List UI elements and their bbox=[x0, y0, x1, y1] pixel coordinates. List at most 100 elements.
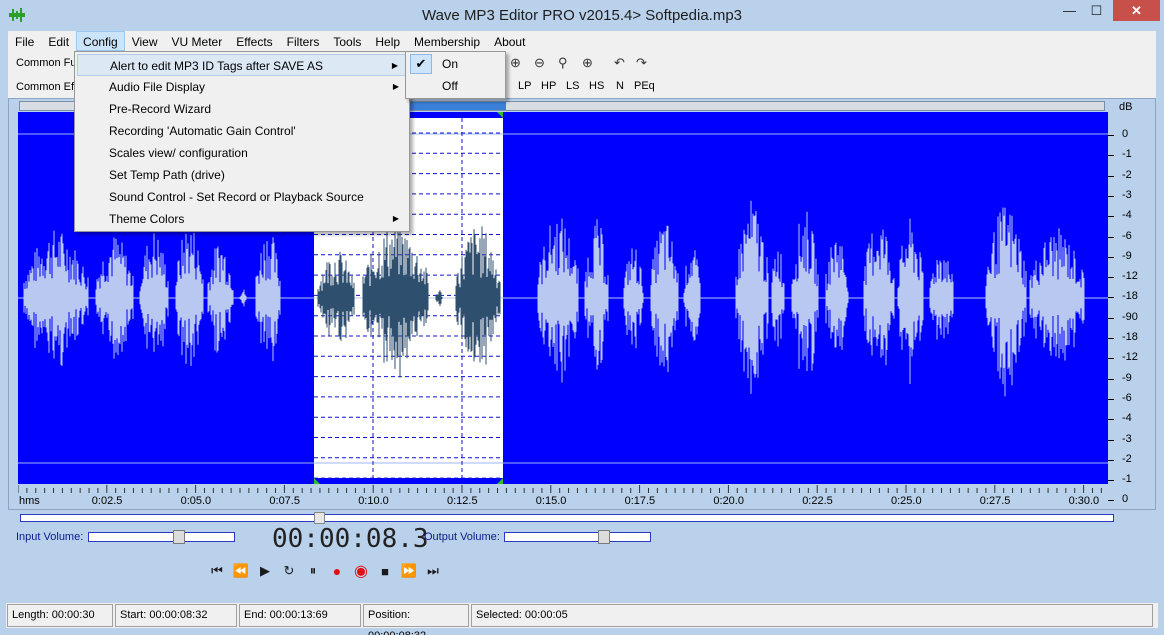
highpass-button[interactable]: HP bbox=[541, 80, 556, 92]
lowshelf-button[interactable]: LS bbox=[566, 80, 579, 92]
status-end: End: 00:00:13:69 bbox=[239, 604, 361, 627]
menu-scales-view[interactable]: Scales view/ configuration bbox=[77, 142, 407, 164]
db-tick-label: -2 bbox=[1122, 168, 1132, 181]
menu-theme-colors-label: Theme Colors bbox=[109, 212, 185, 226]
checkmark-icon: ✔ bbox=[410, 54, 432, 74]
menu-alert-mp3-id-tags-label: Alert to edit MP3 ID Tags after SAVE AS bbox=[110, 59, 323, 73]
menu-pre-record-wizard[interactable]: Pre-Record Wizard bbox=[77, 98, 407, 120]
db-tick-label: -18 bbox=[1122, 290, 1138, 303]
time-tick-label: 0:10.0 bbox=[358, 495, 389, 507]
menu-effects[interactable]: Effects bbox=[229, 31, 279, 51]
status-selected: Selected: 00:00:05 bbox=[471, 604, 1153, 627]
menu-audio-file-display[interactable]: Audio File Display ▶ bbox=[77, 76, 407, 98]
lowpass-button[interactable]: LP bbox=[518, 80, 531, 92]
menu-vu-meter[interactable]: VU Meter bbox=[165, 31, 230, 51]
submenu-on[interactable]: ✔ On bbox=[408, 53, 503, 75]
db-tick-label: -1 bbox=[1122, 473, 1132, 486]
db-tick-label: -6 bbox=[1122, 391, 1132, 404]
menu-file[interactable]: File bbox=[8, 31, 41, 51]
db-unit-label: dB bbox=[1119, 101, 1133, 113]
window-title: Wave MP3 Editor PRO v2015.4> Softpedia.m… bbox=[421, 7, 743, 24]
time-tick-label: 0:02.5 bbox=[91, 495, 123, 507]
close-button[interactable]: ✕ bbox=[1113, 0, 1160, 21]
input-volume-slider[interactable] bbox=[88, 530, 235, 544]
status-length: Length: 00:00:30 bbox=[7, 604, 113, 627]
db-tick-label: -2 bbox=[1122, 452, 1132, 465]
minimize-button[interactable]: — bbox=[1056, 0, 1083, 21]
output-volume-thumb[interactable] bbox=[598, 530, 610, 544]
submenu-arrow-icon: ▶ bbox=[391, 61, 398, 70]
time-tick-label: 0:25.0 bbox=[891, 495, 922, 507]
menu-theme-colors[interactable]: Theme Colors ▶ bbox=[77, 208, 407, 230]
menu-view[interactable]: View bbox=[125, 31, 165, 51]
db-tick-label: -12 bbox=[1122, 270, 1138, 283]
menu-edit[interactable]: Edit bbox=[41, 31, 76, 51]
common-effects-label: Common Eff bbox=[16, 81, 77, 93]
submenu-on-label: On bbox=[442, 57, 459, 71]
zoom-selection-icon[interactable]: ⚲ bbox=[558, 55, 568, 71]
time-tick-label: 0:17.5 bbox=[624, 495, 656, 507]
time-ruler bbox=[18, 485, 1102, 493]
go-to-end-icon[interactable]: ⏭ bbox=[424, 562, 442, 580]
time-tick-label: 0:05.0 bbox=[180, 495, 212, 507]
db-tick-label: -90 bbox=[1122, 310, 1138, 323]
db-tick-label: -3 bbox=[1122, 432, 1132, 445]
db-tick-label: -1 bbox=[1122, 148, 1132, 161]
parametric-eq-button[interactable]: PEq bbox=[634, 80, 655, 92]
menu-about[interactable]: About bbox=[487, 31, 532, 51]
scrollbar-thumb[interactable] bbox=[314, 512, 325, 524]
alert-submenu: ✔ On Off bbox=[405, 51, 506, 99]
highshelf-button[interactable]: HS bbox=[589, 80, 604, 92]
output-volume-label: Output Volume: bbox=[424, 531, 500, 543]
time-tick-label: 0:07.5 bbox=[269, 495, 300, 507]
menu-recording-agc[interactable]: Recording 'Automatic Gain Control' bbox=[77, 120, 407, 142]
menu-config[interactable]: Config bbox=[76, 31, 125, 51]
time-tick-label: 0:12.5 bbox=[447, 495, 478, 507]
timeline-scrollbar[interactable] bbox=[20, 512, 1114, 524]
menu-set-temp-path[interactable]: Set Temp Path (drive) bbox=[77, 164, 407, 186]
menu-bar: File Edit Config View VU Meter Effects F… bbox=[8, 31, 1156, 51]
time-tick-label: 0:27.5 bbox=[979, 495, 1011, 507]
zoom-out-icon[interactable]: ⊖ bbox=[534, 55, 545, 71]
redo-icon[interactable]: ↷ bbox=[636, 55, 647, 71]
record-icon[interactable]: ● bbox=[328, 562, 346, 580]
maximize-button[interactable]: ☐ bbox=[1083, 0, 1110, 21]
submenu-arrow-icon: ▶ bbox=[392, 82, 399, 91]
db-tick-label: -12 bbox=[1122, 351, 1138, 364]
db-tick-label: -4 bbox=[1122, 209, 1132, 222]
undo-icon[interactable]: ↶ bbox=[614, 55, 625, 71]
input-volume-thumb[interactable] bbox=[173, 530, 185, 544]
play-icon[interactable]: ▶ bbox=[256, 562, 274, 580]
menu-tools[interactable]: Tools bbox=[326, 31, 368, 51]
status-bar: Length: 00:00:30 Start: 00:00:08:32 End:… bbox=[6, 603, 1158, 635]
time-tick-label: 0:20.0 bbox=[713, 495, 744, 507]
loop-icon[interactable]: ↻ bbox=[280, 562, 298, 580]
menu-audio-file-display-label: Audio File Display bbox=[109, 80, 206, 94]
pause-icon[interactable]: ⏸ bbox=[304, 562, 322, 580]
menu-membership[interactable]: Membership bbox=[407, 31, 487, 51]
zoom-in-icon[interactable]: ⊕ bbox=[510, 55, 521, 71]
db-tick-label: 0 bbox=[1122, 128, 1129, 140]
rewind-icon[interactable]: ⏪ bbox=[232, 562, 250, 580]
submenu-arrow-icon: ▶ bbox=[392, 214, 399, 223]
stop-icon[interactable]: ■ bbox=[376, 562, 394, 580]
submenu-off[interactable]: Off bbox=[408, 75, 503, 97]
db-tick-label: -4 bbox=[1122, 412, 1132, 425]
menu-filters[interactable]: Filters bbox=[280, 31, 327, 51]
output-volume-slider[interactable] bbox=[504, 530, 651, 544]
title-bar: Wave MP3 Editor PRO v2015.4> Softpedia.m… bbox=[0, 0, 1164, 31]
notch-button[interactable]: N bbox=[616, 80, 624, 92]
status-position: Position: 00:00:08:32 bbox=[363, 604, 469, 635]
menu-alert-mp3-id-tags[interactable]: Alert to edit MP3 ID Tags after SAVE AS … bbox=[77, 54, 407, 76]
menu-help[interactable]: Help bbox=[368, 31, 407, 51]
record-pause-icon[interactable]: ◉ bbox=[352, 562, 370, 580]
menu-sound-control[interactable]: Sound Control - Set Record or Playback S… bbox=[77, 186, 407, 208]
db-tick-label: 0 bbox=[1122, 493, 1129, 506]
time-tick-label: 0:30.0 bbox=[1068, 495, 1100, 507]
status-start: Start: 00:00:08:32 bbox=[115, 604, 237, 627]
zoom-full-icon[interactable]: ⊕ bbox=[582, 55, 593, 71]
fast-forward-icon[interactable]: ⏩ bbox=[400, 562, 418, 580]
db-tick-label: -6 bbox=[1122, 229, 1132, 242]
go-to-start-icon[interactable]: ⏮ bbox=[208, 562, 226, 580]
input-volume-label: Input Volume: bbox=[16, 531, 84, 543]
